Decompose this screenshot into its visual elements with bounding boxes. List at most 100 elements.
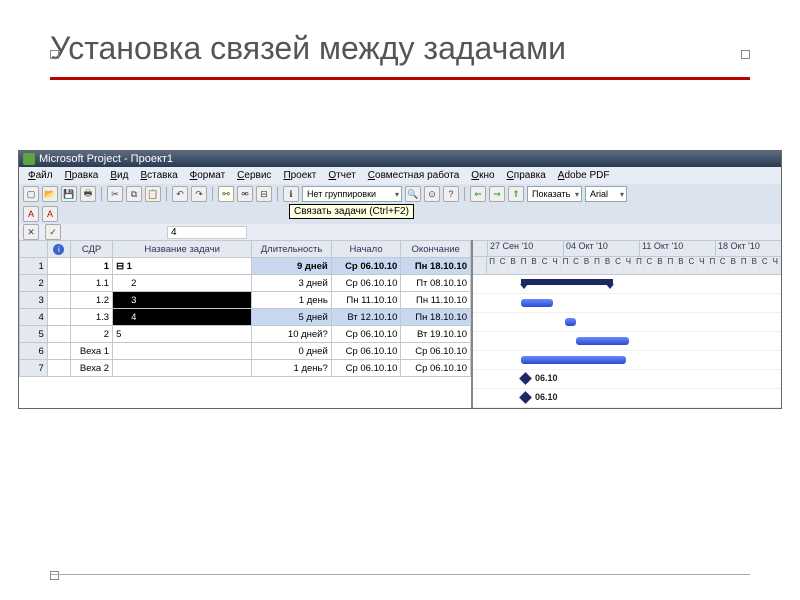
column-header[interactable]: i bbox=[47, 241, 70, 258]
zoom-icon[interactable]: 🔍 bbox=[405, 186, 421, 202]
info-cell[interactable] bbox=[47, 343, 70, 360]
menu-item[interactable]: Формат bbox=[185, 169, 231, 182]
show-combo[interactable]: Показать bbox=[527, 186, 582, 202]
wbs-cell[interactable]: 1.3 bbox=[71, 309, 113, 326]
wbs-cell[interactable]: Веха 2 bbox=[71, 360, 113, 377]
up-icon[interactable]: ⇑ bbox=[508, 186, 524, 202]
start-cell[interactable]: Пн 11.10.10 bbox=[331, 292, 401, 309]
task-bar[interactable] bbox=[521, 356, 626, 364]
accept-icon[interactable]: ✓ bbox=[45, 224, 61, 240]
row-number[interactable]: 6 bbox=[20, 343, 48, 360]
menu-item[interactable]: Справка bbox=[502, 169, 551, 182]
menu-item[interactable]: Отчет bbox=[323, 169, 360, 182]
task-name-cell[interactable] bbox=[113, 360, 252, 377]
save-icon[interactable]: 💾 bbox=[61, 186, 77, 202]
finish-cell[interactable]: Пт 08.10.10 bbox=[401, 275, 471, 292]
row-number[interactable]: 1 bbox=[20, 258, 48, 275]
new-icon[interactable]: ▢ bbox=[23, 186, 39, 202]
duration-cell[interactable]: 0 дней bbox=[252, 343, 332, 360]
pdf-icon[interactable]: A bbox=[23, 206, 39, 222]
summary-bar[interactable] bbox=[521, 279, 613, 285]
column-header[interactable]: Название задачи bbox=[113, 241, 252, 258]
start-cell[interactable]: Ср 06.10.10 bbox=[331, 360, 401, 377]
task-grid[interactable]: iСДРНазвание задачиДлительностьНачалоОко… bbox=[19, 240, 473, 408]
task-row[interactable]: 11⊟ 19 днейСр 06.10.10Пн 18.10.10 bbox=[20, 258, 471, 275]
task-bar[interactable] bbox=[565, 318, 576, 326]
column-header[interactable]: Начало bbox=[331, 241, 401, 258]
info-cell[interactable] bbox=[47, 258, 70, 275]
row-number[interactable]: 5 bbox=[20, 326, 48, 343]
undo-icon[interactable]: ↶ bbox=[172, 186, 188, 202]
start-cell[interactable]: Ср 06.10.10 bbox=[331, 343, 401, 360]
prev-icon[interactable]: ⇐ bbox=[470, 186, 486, 202]
gantt-chart[interactable]: 27 Сен '1004 Окт '1011 Окт '1018 Окт '10… bbox=[473, 240, 781, 408]
task-row[interactable]: 41.345 днейВт 12.10.10Пн 18.10.10 bbox=[20, 309, 471, 326]
gantt-row[interactable] bbox=[473, 294, 781, 313]
row-number[interactable]: 7 bbox=[20, 360, 48, 377]
start-cell[interactable]: Ср 06.10.10 bbox=[331, 258, 401, 275]
print-icon[interactable]: 🖶 bbox=[80, 186, 96, 202]
menu-item[interactable]: Вид bbox=[105, 169, 133, 182]
menu-item[interactable]: Файл bbox=[23, 169, 58, 182]
finish-cell[interactable]: Пн 11.10.10 bbox=[401, 292, 471, 309]
row-number[interactable]: 2 bbox=[20, 275, 48, 292]
finish-cell[interactable]: Ср 06.10.10 bbox=[401, 343, 471, 360]
menu-item[interactable]: Проект bbox=[278, 169, 321, 182]
task-bar[interactable] bbox=[576, 337, 629, 345]
gantt-row[interactable] bbox=[473, 313, 781, 332]
gantt-row[interactable] bbox=[473, 275, 781, 294]
wbs-cell[interactable]: 1 bbox=[71, 258, 113, 275]
finish-cell[interactable]: Пн 18.10.10 bbox=[401, 258, 471, 275]
task-name-cell[interactable]: 2 bbox=[113, 275, 252, 292]
task-name-cell[interactable]: 3 bbox=[113, 292, 252, 309]
finish-cell[interactable]: Вт 19.10.10 bbox=[401, 326, 471, 343]
duration-cell[interactable]: 3 дней bbox=[252, 275, 332, 292]
finish-cell[interactable]: Пн 18.10.10 bbox=[401, 309, 471, 326]
cancel-icon[interactable]: ✕ bbox=[23, 224, 39, 240]
paste-icon[interactable]: 📋 bbox=[145, 186, 161, 202]
info-cell[interactable] bbox=[47, 292, 70, 309]
column-header[interactable]: СДР bbox=[71, 241, 113, 258]
row-number[interactable]: 3 bbox=[20, 292, 48, 309]
open-icon[interactable]: 📂 bbox=[42, 186, 58, 202]
menu-item[interactable]: Совместная работа bbox=[363, 169, 465, 182]
wbs-cell[interactable]: 2 bbox=[71, 326, 113, 343]
copy-icon[interactable]: ⧉ bbox=[126, 186, 142, 202]
wbs-cell[interactable]: Веха 1 bbox=[71, 343, 113, 360]
milestone-marker[interactable] bbox=[519, 372, 532, 385]
wbs-cell[interactable]: 1.1 bbox=[71, 275, 113, 292]
milestone-marker[interactable] bbox=[519, 391, 532, 404]
goto-icon[interactable]: ⊙ bbox=[424, 186, 440, 202]
duration-cell[interactable]: 1 день bbox=[252, 292, 332, 309]
duration-cell[interactable]: 10 дней? bbox=[252, 326, 332, 343]
duration-cell[interactable]: 9 дней bbox=[252, 258, 332, 275]
info-cell[interactable] bbox=[47, 309, 70, 326]
menu-item[interactable]: Вставка bbox=[135, 169, 182, 182]
link-tasks-icon[interactable]: ⚯ bbox=[218, 186, 234, 202]
help-icon[interactable]: ? bbox=[443, 186, 459, 202]
font-combo[interactable]: Arial bbox=[585, 186, 627, 202]
menu-item[interactable]: Правка bbox=[60, 169, 104, 182]
finish-cell[interactable]: Ср 06.10.10 bbox=[401, 360, 471, 377]
group-filter-combo[interactable]: Нет группировки bbox=[302, 186, 402, 202]
info-cell[interactable] bbox=[47, 326, 70, 343]
task-row[interactable]: 31.231 деньПн 11.10.10Пн 11.10.10 bbox=[20, 292, 471, 309]
task-name-cell[interactable]: 5 bbox=[113, 326, 252, 343]
task-name-cell[interactable] bbox=[113, 343, 252, 360]
split-task-icon[interactable]: ⊟ bbox=[256, 186, 272, 202]
gantt-row[interactable]: 06.10 bbox=[473, 370, 781, 389]
start-cell[interactable]: Ср 06.10.10 bbox=[331, 275, 401, 292]
pdf-attach-icon[interactable]: A bbox=[42, 206, 58, 222]
task-row[interactable]: 52510 дней?Ср 06.10.10Вт 19.10.10 bbox=[20, 326, 471, 343]
task-row[interactable]: 7Веха 21 день?Ср 06.10.10Ср 06.10.10 bbox=[20, 360, 471, 377]
info-icon[interactable]: ℹ bbox=[283, 186, 299, 202]
formula-input[interactable] bbox=[167, 226, 247, 239]
start-cell[interactable]: Вт 12.10.10 bbox=[331, 309, 401, 326]
gantt-row[interactable]: 06.10 bbox=[473, 389, 781, 408]
task-bar[interactable] bbox=[521, 299, 553, 307]
column-header[interactable]: Длительность bbox=[252, 241, 332, 258]
duration-cell[interactable]: 1 день? bbox=[252, 360, 332, 377]
gantt-row[interactable] bbox=[473, 351, 781, 370]
wbs-cell[interactable]: 1.2 bbox=[71, 292, 113, 309]
info-cell[interactable] bbox=[47, 360, 70, 377]
